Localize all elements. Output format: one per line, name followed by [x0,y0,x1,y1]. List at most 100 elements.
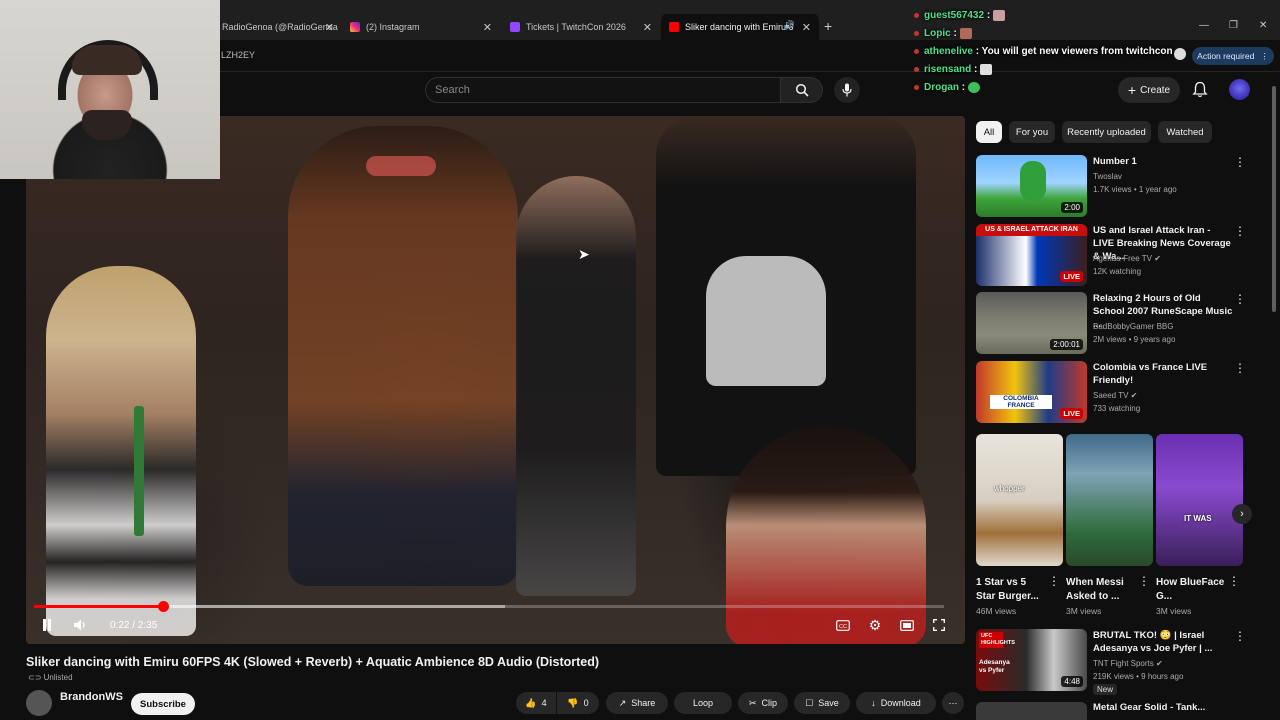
short-item[interactable]: whopper 1 Star vs 5 Star Burger... 46M v… [976,434,1063,616]
more-vert-icon[interactable]: ⋮ [1234,224,1246,238]
more-vert-icon[interactable]: ⋮ [1234,361,1246,375]
scrollbar[interactable] [1272,86,1276,312]
verified-icon: ✔ [1156,659,1163,668]
notifications-button[interactable] [1192,81,1208,103]
dislike-button[interactable]: 👎 0 [557,692,599,714]
chat-badge-icon [914,31,919,36]
tab-instagram[interactable]: (2) Instagram ✕ [342,14,500,40]
video-thumbnail[interactable]: 2:00 [976,155,1087,217]
recommendation-channel[interactable]: Saeed TV ✔ [1093,391,1137,400]
short-title[interactable]: How BlueFace G... [1156,576,1226,604]
theater-mode-button[interactable] [898,616,916,634]
close-icon[interactable]: ✕ [802,21,811,34]
more-vert-icon[interactable]: ⋮ [1234,629,1246,643]
short-thumbnail[interactable] [1066,434,1153,566]
speaker-icon[interactable]: 🔊 [784,20,795,31]
recommendation-channel[interactable]: BadBobbyGamer BBG [1093,322,1173,331]
chip-all[interactable]: All [976,121,1002,143]
scissors-icon: ✂ [748,697,757,708]
video-thumbnail[interactable]: COLOMBIA FRANCE LIVE [976,361,1087,423]
recommendation-meta: 733 watching [1093,404,1141,413]
short-item[interactable]: When Messi Asked to ... 3M views ⋮ [1066,434,1153,616]
search-input[interactable]: Search [425,77,781,103]
recommendation-title[interactable]: Number 1 [1093,155,1233,168]
tab-youtube-active[interactable]: Sliker dancing with Emiru 6 🔊 ✕ [661,14,819,40]
settings-button[interactable]: ⚙ [866,616,884,634]
recommendation-item[interactable]: COLOMBIA FRANCE LIVE Colombia vs France … [976,361,1266,423]
avatar[interactable] [1229,79,1250,100]
visibility-label: Unlisted [43,673,73,682]
recommendation-channel[interactable]: TNT Fight Sports ✔ [1093,659,1163,668]
more-vert-icon[interactable]: ⋮ [1048,574,1060,588]
volume-button[interactable] [71,616,91,634]
tab-radiogenoa[interactable]: RadioGenoa (@RadioGenoa ✕ [214,14,342,40]
close-icon[interactable]: ✕ [643,21,652,34]
search-button[interactable] [781,77,823,103]
chip-watched[interactable]: Watched [1158,121,1212,143]
chat-username: guest567432 [924,10,985,22]
clip-button[interactable]: ✂ Clip [738,692,788,714]
captions-button[interactable]: CC [834,616,852,634]
shorts-next-button[interactable]: › [1232,504,1252,524]
loop-button[interactable]: Loop [674,692,732,714]
save-button[interactable]: ☐ Save [794,692,850,714]
channel-avatar[interactable] [26,690,52,716]
new-tab-icon[interactable]: + [824,18,832,34]
more-vert-icon[interactable]: ⋮ [1234,292,1246,306]
download-label: Download [880,698,921,708]
channel-label: Agenda-Free TV [1093,254,1152,263]
maximize-icon[interactable]: ❐ [1229,20,1238,31]
recommendation-item[interactable]: UFC HIGHLIGHTS Adesanya vs Pyfer 4:48 BR… [976,629,1266,695]
recommendation-item[interactable]: US & ISRAEL ATTACK IRAN LIVE US and Isra… [976,224,1266,286]
video-thumbnail[interactable] [976,702,1087,720]
close-icon[interactable]: ✕ [483,21,492,34]
recommendation-channel[interactable]: Twoslav [1093,172,1122,181]
fullscreen-button[interactable] [930,616,948,634]
chip-recently-uploaded[interactable]: Recently uploaded [1062,121,1151,143]
chat-message: athenelive : You will get new viewers fr… [914,46,1173,57]
channel-name[interactable]: BrandonWS [60,691,123,703]
recommendation-title[interactable]: BRUTAL TKO! 😳 | Israel Adesanya vs Joe P… [1093,629,1233,655]
emote-icon [992,10,1005,21]
like-button[interactable]: 👍 4 [516,692,556,714]
chat-username: risensand [924,64,972,76]
more-vert-icon[interactable]: ⋮ [1138,574,1150,588]
video-player[interactable]: ➤ 0:22 / 2:35 CC ⚙ [26,116,965,644]
recommendation-channel[interactable]: Agenda-Free TV ✔ [1093,254,1161,263]
close-window-icon[interactable]: ✕ [1259,20,1267,31]
close-icon[interactable]: ✕ [325,21,334,34]
video-thumbnail[interactable]: 2:00:01 [976,292,1087,354]
short-thumbnail[interactable]: IT WAS [1156,434,1243,566]
emote-icon [980,64,993,75]
more-vert-icon[interactable]: ⋮ [1228,574,1240,588]
subscribe-button[interactable]: Subscribe [131,693,195,715]
minimize-icon[interactable]: — [1199,20,1209,31]
recommendation-item[interactable]: 2:00:01 Relaxing 2 Hours of Old School 2… [976,292,1266,354]
recommendation-title[interactable]: Colombia vs France LIVE Friendly! [1093,361,1233,387]
share-button[interactable]: ↗ Share [606,692,668,714]
profile-icon[interactable] [1174,48,1186,60]
voice-search-button[interactable] [834,77,860,103]
action-required-button[interactable]: Action required ⋮ [1192,47,1274,65]
thumbs-up-icon: 👍 [525,697,537,708]
recommendation-title[interactable]: Metal Gear Solid - Tank... [1093,702,1205,713]
short-title[interactable]: When Messi Asked to ... [1066,576,1136,604]
tab-twitchcon[interactable]: Tickets | TwitchCon 2026 ✕ [502,14,660,40]
share-icon: ↗ [618,697,627,708]
pause-button[interactable] [38,616,56,634]
more-vert-icon[interactable]: ⋮ [1234,155,1246,169]
plus-icon: + [1127,82,1137,98]
twitch-icon [510,22,520,32]
chip-for-you[interactable]: For you [1009,121,1055,143]
short-title[interactable]: 1 Star vs 5 Star Burger... [976,576,1046,604]
recommendation-item[interactable]: 2:00 Number 1 Twoslav 1.7K views • 1 yea… [976,155,1266,217]
video-thumbnail[interactable]: UFC HIGHLIGHTS Adesanya vs Pyfer 4:48 [976,629,1087,691]
progress-bar[interactable] [34,601,944,612]
short-item[interactable]: IT WAS How BlueFace G... 3M views ⋮ [1156,434,1243,616]
short-thumbnail[interactable]: whopper [976,434,1063,566]
download-button[interactable]: ↓ Download [856,692,936,714]
more-actions-button[interactable]: ⋯ [942,692,964,714]
video-thumbnail[interactable]: US & ISRAEL ATTACK IRAN LIVE [976,224,1087,286]
thumbnail-text: US & ISRAEL ATTACK IRAN [976,224,1087,236]
create-button[interactable]: + Create [1118,77,1180,103]
